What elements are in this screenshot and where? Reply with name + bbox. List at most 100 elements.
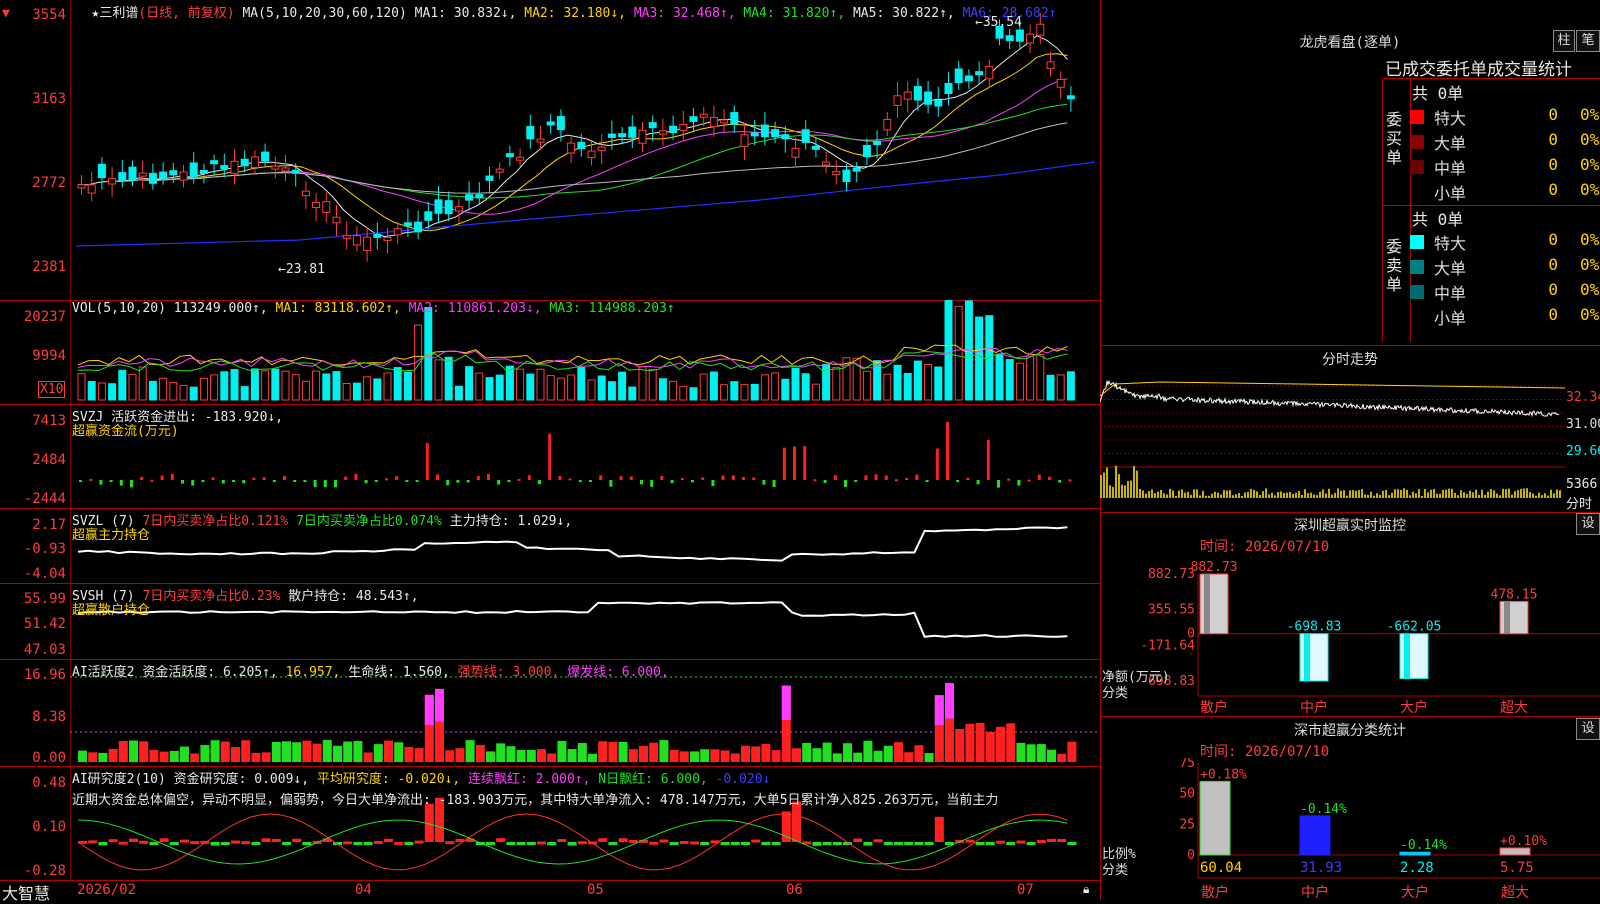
flow-bar — [303, 480, 307, 482]
flow-bar — [405, 480, 409, 482]
lock-icon[interactable]: 🔒︎ — [1083, 882, 1089, 897]
flow-bar — [109, 480, 113, 483]
app-name[interactable]: 大智慧 — [2, 880, 50, 904]
research-bar — [261, 838, 271, 842]
candle-body — [577, 141, 586, 150]
activity-bar — [965, 723, 975, 762]
sell-xl-swatch — [1410, 235, 1424, 249]
candle-body — [873, 141, 882, 146]
intraday-volume-bar — [1328, 488, 1330, 498]
intraday-volume-bar — [1391, 492, 1393, 498]
price-chart[interactable] — [0, 0, 1100, 900]
flow-bar — [1068, 479, 1072, 482]
candle-body — [118, 172, 127, 181]
intraday-chart[interactable] — [1100, 366, 1565, 512]
sz-classify-bar-1 — [1199, 780, 1231, 856]
candle-body — [944, 83, 953, 95]
buy-m-count: 0 — [1548, 155, 1558, 174]
activity-bar — [792, 748, 801, 762]
flow-bar — [772, 480, 776, 488]
volume-bar — [577, 367, 586, 401]
intraday-volume-bar — [1550, 489, 1552, 498]
candle-body — [403, 222, 412, 227]
flow-bar — [731, 475, 735, 480]
research-bar — [761, 842, 771, 845]
intraday-volume-bar — [1259, 494, 1261, 498]
sz-monitor-bar-shade — [1504, 601, 1510, 634]
intraday-volume-bar — [1508, 488, 1510, 498]
vol-unit[interactable]: X10 — [38, 381, 66, 398]
volume-bar — [485, 377, 494, 401]
intraday-volume-bar — [1340, 490, 1342, 498]
sz-classify-category: 中户 — [1301, 884, 1329, 900]
flow-bar — [691, 480, 694, 483]
dragon-tiger-title: 龙虎看盘(逐单) — [1299, 35, 1401, 51]
volume-bar — [975, 316, 984, 401]
intraday-volume-bar — [1412, 491, 1414, 498]
intraday-volume-bar — [1427, 492, 1429, 498]
volume-bar — [516, 368, 525, 401]
sz-monitor-chart: 882.73355.550-171.64-698.83882.73散户-698.… — [1102, 560, 1600, 716]
intraday-vol-unit: 分时 — [1566, 497, 1593, 512]
research-bar — [353, 842, 363, 845]
volume-bar — [944, 299, 953, 401]
activity-peak — [945, 683, 954, 719]
flow-bar — [344, 476, 348, 480]
activity-bar — [669, 749, 679, 762]
research-bar — [557, 839, 567, 843]
flow-bar — [701, 477, 705, 480]
intraday-volume-bar — [1283, 492, 1285, 498]
flow-bar — [354, 473, 358, 480]
activity-bar — [373, 744, 383, 762]
intraday-volume-bar — [1169, 488, 1171, 498]
activity-bar — [98, 752, 108, 762]
candle-body — [261, 151, 270, 162]
candle-body — [954, 68, 963, 84]
intraday-volume-bar — [1430, 489, 1432, 498]
research-bar — [384, 838, 393, 842]
sz-classify-value: 5.75 — [1500, 860, 1534, 876]
flow-bar — [823, 480, 827, 484]
intraday-volume-bar — [1313, 494, 1315, 498]
buy-xl-count: 0 — [1548, 105, 1558, 124]
candle-body — [1056, 78, 1065, 88]
intraday-volume-bar — [1112, 486, 1114, 498]
intraday-volume-bar — [1118, 474, 1120, 498]
intraday-volume-bar — [1109, 485, 1111, 498]
sell-total: 共 0单 — [1412, 210, 1464, 229]
svsh-tick-1: 55.99 — [23, 591, 66, 607]
research-bar — [282, 842, 291, 845]
candle-body — [852, 167, 861, 172]
sz-classify-settings-button[interactable]: 设 — [1576, 718, 1600, 740]
sz-monitor-settings-button[interactable]: 设 — [1576, 513, 1600, 535]
vol-ma3: MA3: 114988.203↑ — [549, 301, 675, 316]
stock-title[interactable]: 三利谱 — [99, 6, 138, 21]
bar-mode-button[interactable]: 柱 — [1553, 30, 1575, 52]
pen-mode-button[interactable]: 笔 — [1576, 30, 1600, 52]
volume-bar — [618, 371, 627, 401]
candle-body — [159, 171, 168, 179]
activity-bar — [883, 745, 893, 762]
candle-body — [811, 145, 820, 150]
flow-bar — [232, 480, 235, 482]
ai-active-value: 资金活跃度: 6.205↑, — [142, 665, 278, 680]
candle-body — [393, 228, 402, 236]
intraday-volume-bar — [1373, 495, 1375, 498]
research-bar — [965, 839, 975, 843]
buy-xl-pct: 0% — [1580, 105, 1600, 124]
flow-bar — [966, 477, 970, 480]
buy-row-l: 大单 0 0% — [1410, 130, 1600, 154]
candle-body — [108, 177, 117, 185]
volume-bar — [383, 372, 392, 401]
candle-body — [179, 171, 188, 181]
flow-bar — [629, 476, 633, 480]
flow-bar — [946, 422, 949, 480]
sz-classify-category: 散户 — [1201, 884, 1229, 900]
sell-s-count: 0 — [1548, 305, 1558, 324]
intraday-volume-bar — [1307, 493, 1309, 498]
candle-body — [791, 147, 800, 158]
activity-bar — [414, 748, 424, 762]
period-label[interactable]: (日线, 前复权) — [138, 6, 234, 21]
sz-classify-value: 2.28 — [1400, 860, 1434, 876]
intraday-volume-bar — [1127, 480, 1129, 498]
